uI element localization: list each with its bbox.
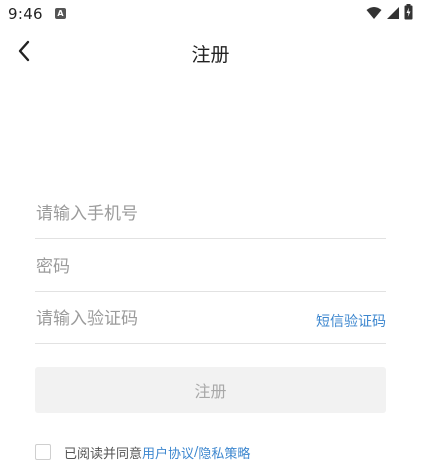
register-button[interactable]: 注册 bbox=[35, 367, 386, 413]
password-input[interactable] bbox=[36, 253, 306, 281]
agreement-row: 已阅读并同意 用户协议 / 隐私策略 bbox=[35, 442, 250, 462]
phone-input[interactable] bbox=[36, 200, 306, 228]
status-time: 9:46 bbox=[8, 5, 43, 23]
agreement-checkbox[interactable] bbox=[35, 444, 51, 460]
page-title: 注册 bbox=[191, 44, 230, 66]
wifi-icon bbox=[366, 5, 382, 24]
app-bar: 注册 bbox=[0, 28, 421, 78]
agreement-prefix-text: 已阅读并同意 bbox=[64, 446, 143, 462]
register-screen: 9:46 A 注册 请输入手机号 请输入验证码 短信验证码 注册 已阅读并同意 … bbox=[0, 0, 421, 474]
privacy-policy-link[interactable]: 隐私策略 bbox=[198, 443, 250, 462]
user-agreement-link[interactable]: 用户协议 bbox=[142, 443, 194, 462]
password-field bbox=[35, 239, 386, 292]
verification-code-field: 短信验证码 bbox=[35, 291, 386, 344]
send-sms-code-button[interactable]: 短信验证码 bbox=[316, 311, 386, 331]
status-bar: 9:46 A bbox=[0, 0, 421, 28]
battery-charging-icon bbox=[404, 4, 413, 24]
phone-field bbox=[35, 186, 386, 239]
verification-code-input[interactable] bbox=[36, 305, 306, 333]
notification-icon: A bbox=[55, 8, 66, 19]
status-icons bbox=[366, 4, 413, 24]
signal-icon bbox=[386, 5, 400, 24]
